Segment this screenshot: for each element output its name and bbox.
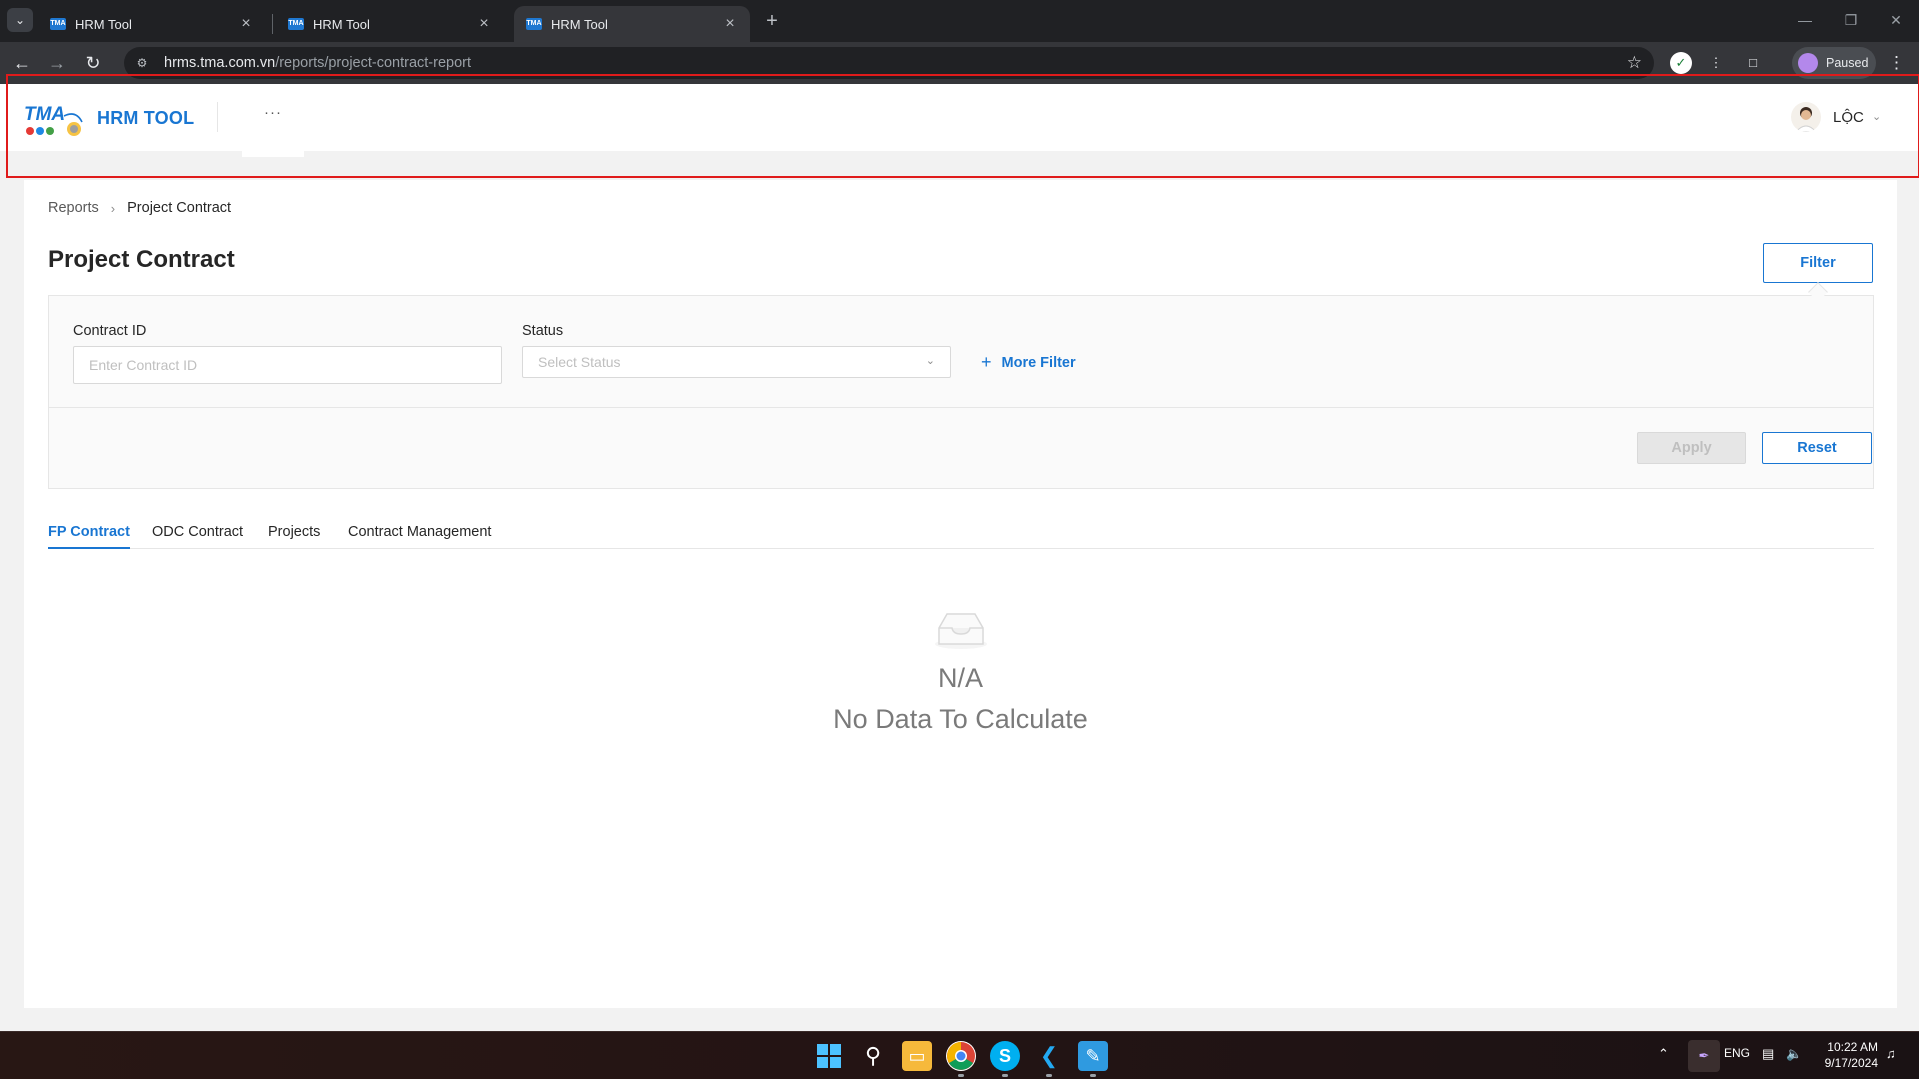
paint-app-icon[interactable]: ✎ — [1078, 1041, 1108, 1071]
tma-favicon-icon: TMA — [526, 18, 542, 30]
chevron-down-icon[interactable]: ⌄ — [1872, 110, 1881, 123]
more-menu-button[interactable]: ··· — [242, 84, 304, 157]
chevron-right-icon: › — [110, 200, 116, 216]
extension-pin-icon[interactable]: ⋮ — [1705, 52, 1727, 74]
empty-inbox-icon — [934, 613, 987, 649]
main-content: Reports › Project Contract Project Contr… — [24, 180, 1897, 1008]
new-tab-plus-icon[interactable]: + — [760, 9, 784, 33]
minimize-icon[interactable]: — — [1782, 6, 1828, 34]
restore-icon[interactable]: ❐ — [1828, 6, 1874, 34]
status-label: Status — [522, 323, 564, 339]
breadcrumb-reports[interactable]: Reports — [48, 200, 99, 216]
tab-divider — [272, 14, 273, 34]
tab-contract-management[interactable]: Contract Management — [348, 524, 491, 549]
page-title: Project Contract — [48, 246, 235, 273]
vscode-icon[interactable]: ❮ — [1034, 1041, 1064, 1071]
chevron-down-icon: ⌄ — [925, 355, 935, 367]
close-tab-icon[interactable]: × — [238, 16, 254, 32]
tma-logo: TMA — [24, 104, 83, 136]
tab-projects[interactable]: Projects — [268, 524, 320, 549]
running-indicator — [1090, 1074, 1096, 1077]
volume-icon[interactable]: 🔈 — [1786, 1046, 1802, 1062]
brand-name[interactable]: HRM TOOL — [97, 108, 194, 129]
empty-state: N/A No Data To Calculate — [24, 610, 1897, 735]
bookmark-star-icon[interactable]: ☆ — [1627, 53, 1642, 73]
forward-arrow-icon[interactable]: → — [43, 49, 71, 77]
chevron-up-icon[interactable]: ⌃ — [1658, 1046, 1669, 1062]
user-avatar-image — [1795, 107, 1817, 132]
browser-tab-bar: ⌄ TMA HRM Tool × TMA HRM Tool × TMA HRM … — [0, 0, 1919, 42]
reset-button[interactable]: Reset — [1762, 432, 1872, 464]
profile-status-label: Paused — [1826, 56, 1869, 70]
user-name[interactable]: LỘC — [1833, 109, 1864, 126]
browser-toolbar: ← → ↻ ⚙ hrms.tma.com.vn/reports/project-… — [0, 42, 1919, 84]
close-tab-icon[interactable]: × — [722, 16, 738, 32]
running-indicator — [1046, 1074, 1052, 1077]
file-explorer-icon[interactable]: ▭ — [902, 1041, 932, 1071]
clock-date: 9/17/2024 — [1824, 1056, 1878, 1070]
reload-icon[interactable]: ↻ — [79, 49, 107, 77]
url-host: hrms.tma.com.vn — [164, 55, 276, 71]
network-icon[interactable]: ▤ — [1762, 1046, 1774, 1062]
tma-favicon-icon: TMA — [50, 18, 66, 30]
tab-title: HRM Tool — [313, 16, 370, 32]
profile-button[interactable]: Paused — [1792, 47, 1876, 79]
close-tab-icon[interactable]: × — [476, 16, 492, 32]
filter-button[interactable]: Filter — [1763, 243, 1873, 283]
running-indicator — [1002, 1074, 1008, 1077]
extension-icon[interactable]: ✓ — [1670, 52, 1692, 74]
contract-id-label: Contract ID — [73, 323, 147, 339]
language-indicator[interactable]: ENG — [1724, 1046, 1750, 1060]
tab-odc-contract[interactable]: ODC Contract — [152, 524, 243, 549]
browser-tab-3-active[interactable]: TMA HRM Tool × — [514, 6, 750, 42]
profile-avatar — [1798, 53, 1818, 73]
breadcrumb-current: Project Contract — [127, 200, 232, 216]
url-path: /reports/project-contract-report — [275, 55, 472, 71]
filter-actions: Apply Reset — [49, 407, 1873, 489]
status-select[interactable]: Select Status ⌄ — [522, 346, 951, 378]
tab-search-menu-icon[interactable]: ⌄ — [7, 8, 33, 32]
header-divider — [217, 102, 218, 132]
browser-menu-icon[interactable]: ⋮ — [1888, 52, 1905, 74]
browser-tab-2[interactable]: TMA HRM Tool × — [276, 6, 504, 42]
chrome-logo — [947, 1042, 975, 1070]
empty-value: N/A — [937, 663, 983, 693]
tab-title: HRM Tool — [75, 16, 132, 32]
chrome-icon[interactable] — [946, 1041, 976, 1071]
back-arrow-icon[interactable]: ← — [8, 49, 36, 77]
address-bar[interactable]: ⚙ hrms.tma.com.vn/reports/project-contra… — [124, 47, 1654, 79]
avatar[interactable] — [1791, 102, 1821, 132]
tma-favicon-icon: TMA — [288, 18, 304, 30]
empty-message: No Data To Calculate — [833, 704, 1088, 734]
clock-time: 10:22 AM — [1827, 1040, 1878, 1054]
browser-tab-1[interactable]: TMA HRM Tool × — [38, 6, 266, 42]
running-indicator — [958, 1074, 964, 1077]
windows-start-icon[interactable] — [814, 1041, 844, 1071]
close-window-icon[interactable]: ✕ — [1873, 6, 1919, 34]
app-header: TMA HRM TOOL ··· LỘC ⌄ — [0, 84, 1919, 157]
apply-button[interactable]: Apply — [1637, 432, 1746, 464]
plus-icon: + — [981, 352, 992, 372]
site-info-icon[interactable]: ⚙ — [134, 55, 150, 71]
system-clock[interactable]: 10:22 AM 9/17/2024 — [1818, 1039, 1878, 1071]
search-icon[interactable]: ⚲ — [858, 1041, 888, 1071]
notification-bell-icon[interactable]: ♫ — [1886, 1046, 1896, 1061]
contract-id-input[interactable] — [73, 346, 502, 384]
skype-icon[interactable]: S — [990, 1041, 1020, 1071]
url-text[interactable]: hrms.tma.com.vn/reports/project-contract… — [164, 55, 471, 71]
breadcrumb: Reports › Project Contract — [48, 200, 231, 216]
tab-fp-contract[interactable]: FP Contract — [48, 524, 130, 549]
pen-tray-icon[interactable]: ✒ — [1688, 1040, 1720, 1072]
logo-text: TMA — [24, 104, 65, 125]
more-filter-button[interactable]: + More Filter — [981, 352, 1076, 373]
status-placeholder: Select Status — [538, 354, 621, 370]
extensions-puzzle-icon[interactable]: □ — [1742, 52, 1764, 74]
filter-panel: Contract ID Status Select Status ⌄ + Mor… — [48, 295, 1874, 489]
more-filter-label: More Filter — [1001, 354, 1076, 371]
windows-taskbar: ⚲ ▭ S ❮ ✎ ⌃ ✒ ENG ▤ 🔈 10:22 AM 9/17/2024… — [0, 1031, 1919, 1079]
report-tabs: FP Contract ODC Contract Projects Contra… — [48, 524, 1874, 549]
tab-title: HRM Tool — [551, 16, 608, 32]
windows-logo — [817, 1044, 841, 1068]
